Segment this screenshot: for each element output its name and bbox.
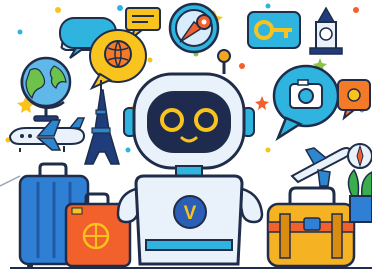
airplane-left-icon (8, 117, 86, 152)
airplane-right-icon (290, 147, 352, 187)
chat-bubble-orange-icon (337, 79, 371, 121)
yellow-travel-bag-icon (266, 186, 356, 268)
camera-bubble-icon (272, 64, 340, 142)
robot-left-eye (160, 108, 184, 132)
robot-emblem-letter: V (184, 203, 197, 224)
eiffel-tower-icon (83, 80, 121, 165)
illustration-canvas: V (0, 2, 372, 269)
map-pin-compass-icon (168, 2, 220, 54)
robot-antenna-ball (217, 49, 231, 63)
potted-plant-icon (347, 168, 372, 223)
key-card-icon (247, 11, 301, 49)
language-bubble-icon (89, 29, 147, 91)
decorative-line (0, 175, 21, 187)
robot-mascot: V (116, 49, 264, 266)
travel-robot-illustration: V (0, 0, 372, 275)
robot-right-eye (194, 108, 218, 132)
compass-icon (347, 143, 372, 169)
landmark-tower-icon (309, 6, 343, 55)
